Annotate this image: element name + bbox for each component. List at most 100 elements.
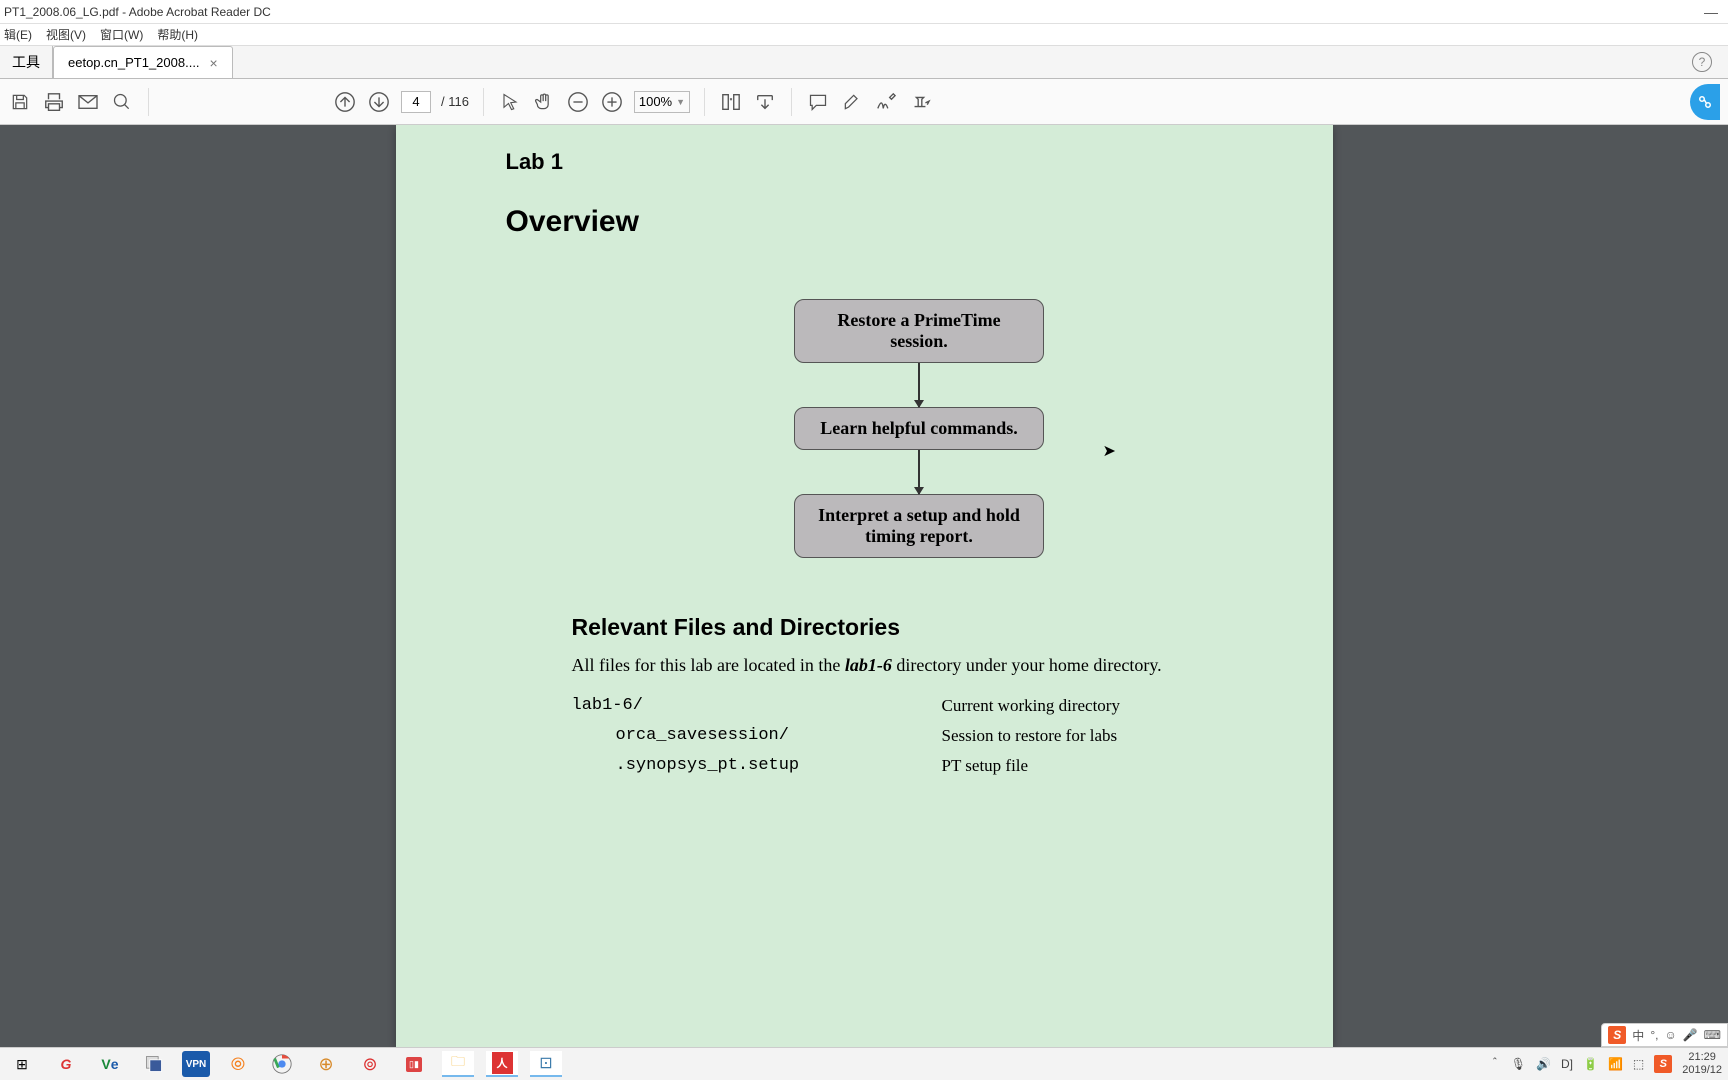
page-total-label: / 116: [441, 94, 469, 109]
file-name: lab1-6/: [572, 696, 942, 716]
menu-window[interactable]: 窗口(W): [100, 26, 143, 43]
file-name: orca_savesession/: [572, 726, 942, 746]
taskbar-app[interactable]: ⊞: [6, 1051, 38, 1077]
ime-lang[interactable]: 中: [1632, 1027, 1644, 1044]
ime-toolbar[interactable]: S 中 °, ☺ 🎤 ⌨: [1601, 1023, 1728, 1047]
arrow-icon: [918, 363, 920, 407]
file-row: .synopsys_pt.setup PT setup file: [572, 756, 1263, 776]
hand-tool-icon[interactable]: [532, 90, 556, 114]
toolbar-separator: [791, 88, 792, 116]
tray-date: 2019/12: [1682, 1064, 1722, 1077]
menu-edit[interactable]: 辑(E): [4, 26, 32, 43]
help-icon[interactable]: ?: [1692, 52, 1712, 72]
mouse-cursor-icon: ➤: [1103, 441, 1116, 461]
tray-battery-icon[interactable]: 🔋: [1583, 1057, 1598, 1071]
flow-box-interpret: Interpret a setup and hold timing report…: [794, 494, 1044, 558]
menu-bar: 辑(E) 视图(V) 窗口(W) 帮助(H): [0, 24, 1728, 46]
tray-wifi-icon[interactable]: 📶: [1608, 1057, 1623, 1071]
toolbar: / 116 100% ▼: [0, 79, 1728, 125]
file-name: .synopsys_pt.setup: [572, 756, 942, 776]
pdf-page: Lab 1 Overview Restore a PrimeTime sessi…: [396, 125, 1333, 1047]
lab-heading: Lab 1: [506, 149, 1263, 175]
zoom-level-select[interactable]: 100% ▼: [634, 91, 690, 113]
ime-emoji-icon[interactable]: ☺: [1664, 1028, 1676, 1042]
ime-mic-icon[interactable]: 🎤: [1683, 1028, 1698, 1042]
chevron-down-icon: ▼: [676, 97, 685, 107]
menu-view[interactable]: 视图(V): [46, 26, 86, 43]
stamp-icon[interactable]: [908, 90, 932, 114]
toolbar-separator: [704, 88, 705, 116]
ime-logo-icon: S: [1608, 1026, 1626, 1044]
email-icon[interactable]: [76, 90, 100, 114]
taskbar-app-red[interactable]: ⊚: [354, 1051, 386, 1077]
minimize-button[interactable]: —: [1698, 4, 1724, 20]
page-number-input[interactable]: [401, 91, 431, 113]
fit-width-icon[interactable]: [719, 90, 743, 114]
tab-tools[interactable]: 工具: [0, 46, 53, 78]
flow-box-learn: Learn helpful commands.: [794, 407, 1044, 450]
ime-punct[interactable]: °,: [1650, 1028, 1658, 1042]
body-paragraph: All files for this lab are located in th…: [572, 655, 1263, 676]
tab-bar: 工具 eetop.cn_PT1_2008.... × ?: [0, 46, 1728, 79]
print-icon[interactable]: [42, 90, 66, 114]
save-icon[interactable]: [8, 90, 32, 114]
taskbar-app-ppt[interactable]: ▯▮: [398, 1051, 430, 1077]
highlight-icon[interactable]: [840, 90, 864, 114]
sign-icon[interactable]: [874, 90, 898, 114]
tray-action-icon[interactable]: ⬚: [1633, 1057, 1644, 1071]
help-icon-label: ?: [1699, 55, 1706, 69]
tab-document[interactable]: eetop.cn_PT1_2008.... ×: [53, 46, 233, 78]
tab-close-icon[interactable]: ×: [210, 55, 218, 71]
toolbar-separator: [483, 88, 484, 116]
taskbar-app-ve[interactable]: Ve: [94, 1051, 126, 1077]
tray-mic-icon[interactable]: 🎙: [1511, 1057, 1526, 1071]
tray-volume-icon[interactable]: 🔊: [1536, 1057, 1551, 1071]
section-heading: Relevant Files and Directories: [572, 614, 1263, 641]
zoom-out-icon[interactable]: [566, 90, 590, 114]
title-bar: PT1_2008.06_LG.pdf - Adobe Acrobat Reade…: [0, 0, 1728, 24]
tray-d-icon[interactable]: D]: [1561, 1057, 1573, 1071]
search-icon[interactable]: [110, 90, 134, 114]
taskbar-app-chrome[interactable]: [266, 1051, 298, 1077]
menu-help[interactable]: 帮助(H): [157, 26, 198, 43]
file-desc: Current working directory: [942, 696, 1120, 716]
taskbar-app-explorer[interactable]: 🗀: [442, 1051, 474, 1077]
file-desc: Session to restore for labs: [942, 726, 1118, 746]
file-listing: lab1-6/ Current working directory orca_s…: [572, 696, 1263, 776]
file-row: orca_savesession/ Session to restore for…: [572, 726, 1263, 746]
tray-time: 21:29: [1682, 1051, 1722, 1064]
taskbar-app-vmware[interactable]: ⊡: [530, 1051, 562, 1077]
taskbar-app-openvpn[interactable]: ⦾: [222, 1051, 254, 1077]
tray-clock[interactable]: 21:29 2019/12: [1682, 1051, 1722, 1077]
fit-page-icon[interactable]: [753, 90, 777, 114]
tray-chevron-icon[interactable]: ＾: [1489, 1056, 1501, 1073]
system-tray: ＾ 🎙 🔊 D] 🔋 📶 ⬚ S 21:29 2019/12: [1489, 1051, 1722, 1077]
tray-ime-icon[interactable]: S: [1654, 1055, 1672, 1073]
ime-keyboard-icon[interactable]: ⌨: [1704, 1028, 1721, 1042]
window-title: PT1_2008.06_LG.pdf - Adobe Acrobat Reade…: [4, 5, 271, 19]
body-text-pre: All files for this lab are located in th…: [572, 655, 845, 675]
share-button[interactable]: [1690, 84, 1720, 120]
taskbar-app-t[interactable]: ⊕: [310, 1051, 342, 1077]
tab-document-label: eetop.cn_PT1_2008....: [68, 55, 200, 70]
page-down-icon[interactable]: [367, 90, 391, 114]
taskbar-app-putty[interactable]: [138, 1051, 170, 1077]
file-row: lab1-6/ Current working directory: [572, 696, 1263, 716]
toolbar-separator: [148, 88, 149, 116]
flow-box-restore: Restore a PrimeTime session.: [794, 299, 1044, 363]
taskbar-app-acrobat[interactable]: 人: [486, 1051, 518, 1077]
taskbar-app-g[interactable]: G: [50, 1051, 82, 1077]
file-desc: PT setup file: [942, 756, 1029, 776]
body-text-em: lab1-6: [845, 655, 892, 675]
page-up-icon[interactable]: [333, 90, 357, 114]
overview-heading: Overview: [506, 205, 1263, 239]
comment-icon[interactable]: [806, 90, 830, 114]
zoom-level-label: 100%: [639, 94, 672, 109]
arrow-icon: [918, 450, 920, 494]
flowchart: Restore a PrimeTime session. Learn helpf…: [576, 299, 1263, 558]
taskbar-app-vpn[interactable]: VPN: [182, 1051, 210, 1077]
select-tool-icon[interactable]: [498, 90, 522, 114]
document-viewport[interactable]: Lab 1 Overview Restore a PrimeTime sessi…: [0, 125, 1728, 1047]
zoom-in-icon[interactable]: [600, 90, 624, 114]
window-controls: —: [1698, 4, 1724, 20]
